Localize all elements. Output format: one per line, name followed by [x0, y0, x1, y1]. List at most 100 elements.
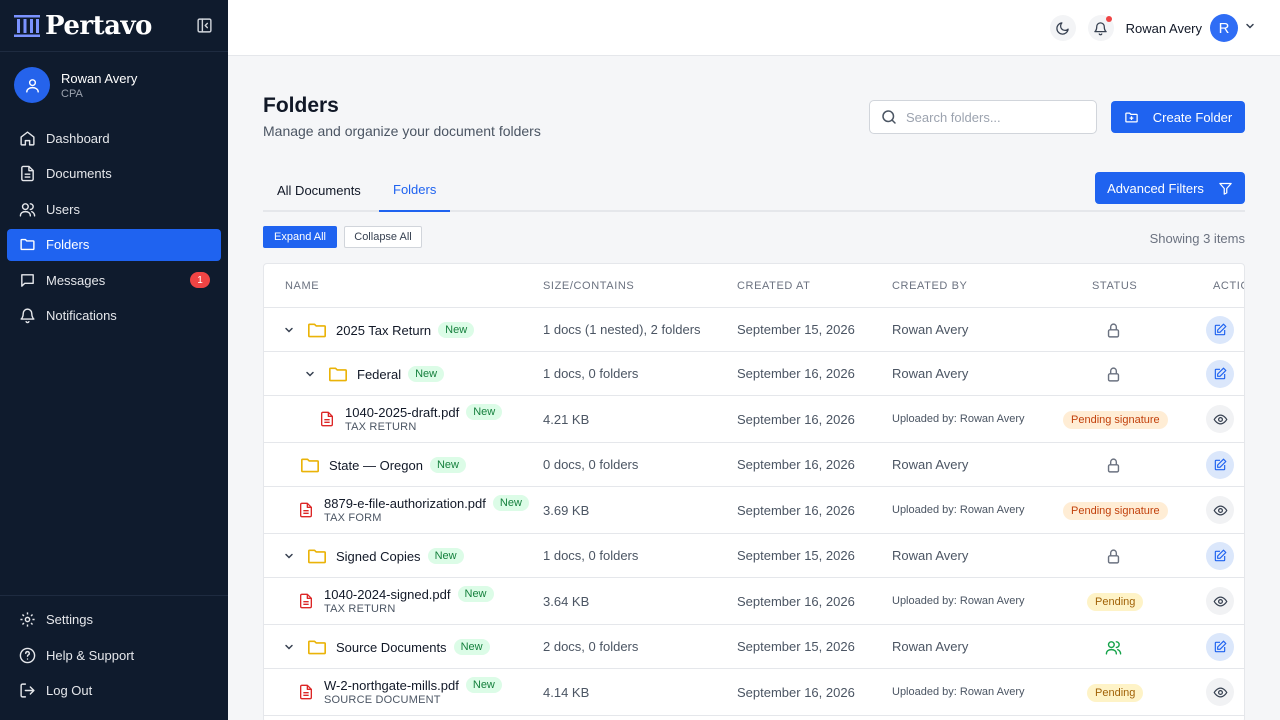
lock-icon — [1104, 321, 1122, 339]
table-row[interactable]: Source Documents New 2 docs, 0 folders S… — [264, 625, 1244, 669]
folder-icon — [18, 236, 36, 254]
table-row[interactable]: 1040-2025-draft.pdf New TAX RETURN 4.21 … — [264, 396, 1244, 443]
pdf-file-icon — [299, 593, 313, 609]
pdf-file-icon — [299, 502, 313, 518]
table-row[interactable]: 8879-e-file-authorization.pdf New TAX FO… — [264, 487, 1244, 534]
column-header-actions: ACTIONS — [1213, 280, 1244, 292]
collapse-all-button[interactable]: Collapse All — [344, 226, 422, 248]
advanced-filters-button[interactable]: Advanced Filters — [1095, 172, 1245, 204]
advanced-filters-label: Advanced Filters — [1107, 180, 1204, 196]
file-name[interactable]: 1040-2024-signed.pdf — [324, 587, 451, 602]
topbar-avatar[interactable]: R — [1210, 14, 1238, 42]
message-icon — [18, 271, 36, 289]
sidebar-item-folders[interactable]: Folders — [7, 228, 221, 261]
sidebar-item-label: Folders — [46, 237, 90, 252]
eye-icon[interactable] — [1206, 496, 1234, 524]
chevron-down-icon[interactable] — [281, 639, 297, 655]
created-at-cell: September 16, 2026 — [737, 594, 855, 609]
sidebar-item-settings[interactable]: Settings — [7, 604, 221, 636]
table-row[interactable]: 2025 Tax Return New 1 docs (1 nested), 2… — [264, 308, 1244, 352]
sidebar-item-dashboard[interactable]: Dashboard — [7, 122, 221, 154]
sidebar-item-notifications[interactable]: Notifications — [7, 300, 221, 332]
chevron-down-icon[interactable] — [1244, 19, 1256, 37]
created-by-cell: Uploaded by: Rowan Avery — [892, 595, 1025, 607]
sidebar-item-label: Notifications — [46, 308, 117, 323]
new-badge: New — [492, 495, 529, 511]
chevron-down-icon[interactable] — [302, 366, 318, 382]
topbar-user-name[interactable]: Rowan Avery — [1126, 21, 1202, 36]
sidebar-item-documents[interactable]: Documents — [7, 158, 221, 190]
sidebar-profile[interactable]: Rowan Avery CPA — [0, 52, 228, 118]
page-title: Folders — [263, 94, 339, 117]
user-icon — [25, 78, 39, 93]
theme-toggle-moon-icon[interactable] — [1049, 15, 1076, 41]
edit-icon[interactable] — [1206, 451, 1234, 479]
expand-all-button[interactable]: Expand All — [263, 226, 337, 248]
file-type: TAX FORM — [324, 512, 382, 524]
table-row[interactable]: Signed Copies New 1 docs, 0 folders Sept… — [264, 534, 1244, 578]
created-by-cell: Uploaded by: Rowan Avery — [892, 504, 1025, 516]
folder-name[interactable]: 2025 Tax Return — [336, 323, 431, 338]
sidebar-footer: Settings Help & Support Log Out — [0, 594, 228, 720]
collapse-sidebar-icon[interactable] — [194, 16, 214, 36]
table-row[interactable]: W-2-northgate-mills.pdf New SOURCE DOCUM… — [264, 669, 1244, 716]
created-by-cell: Rowan Avery — [892, 548, 969, 563]
sidebar-item-label: Settings — [46, 612, 93, 627]
created-at-cell: September 16, 2026 — [737, 412, 855, 427]
sidebar-item-users[interactable]: Users — [7, 193, 221, 225]
folder-name[interactable]: Federal — [357, 367, 401, 382]
size-cell: 3.64 KB — [543, 594, 590, 609]
sidebar-item-help[interactable]: Help & Support — [7, 639, 221, 671]
table-row[interactable]: 1040-2024-signed.pdf New TAX RETURN 3.64… — [264, 578, 1244, 625]
table-row[interactable]: Federal New 1 docs, 0 folders September … — [264, 352, 1244, 396]
chevron-down-icon[interactable] — [281, 548, 297, 564]
file-name[interactable]: 1040-2025-draft.pdf — [345, 405, 459, 420]
topbar: Rowan Avery R — [228, 0, 1280, 56]
table-row[interactable]: State — Oregon New 0 docs, 0 folders Sep… — [264, 443, 1244, 487]
sidebar-item-logout[interactable]: Log Out — [7, 675, 221, 707]
brand-name: Pertavo — [45, 10, 152, 41]
edit-icon[interactable] — [1206, 360, 1234, 388]
sidebar-item-label: Messages — [46, 272, 106, 288]
profile-name: Rowan Avery — [61, 70, 138, 86]
sidebar-item-messages[interactable]: Messages 1 — [7, 264, 221, 296]
folder-icon — [307, 638, 327, 656]
chevron-down-icon[interactable] — [281, 322, 297, 338]
eye-icon[interactable] — [1206, 678, 1234, 706]
tab-all-documents[interactable]: All Documents — [263, 168, 375, 212]
eye-icon[interactable] — [1206, 587, 1234, 615]
gear-icon — [18, 611, 36, 629]
page-subtitle: Manage and organize your document folder… — [263, 123, 541, 139]
home-icon — [18, 129, 36, 147]
size-cell: 2 docs, 0 folders — [543, 639, 639, 654]
created-at-cell: September 16, 2026 — [737, 685, 855, 700]
file-name[interactable]: W-2-northgate-mills.pdf — [324, 678, 459, 693]
file-name[interactable]: 8879-e-file-authorization.pdf — [324, 496, 486, 511]
sidebar-item-label: Help & Support — [46, 647, 135, 663]
create-folder-label: Create Folder — [1152, 109, 1233, 125]
column-header-name: NAME — [285, 280, 320, 292]
document-icon — [18, 165, 36, 183]
new-badge: New — [408, 366, 445, 382]
tab-folders[interactable]: Folders — [379, 168, 451, 212]
notifications-bell-icon[interactable] — [1087, 15, 1114, 41]
edit-icon[interactable] — [1206, 316, 1234, 344]
edit-icon[interactable] — [1206, 633, 1234, 661]
shared-users-icon — [1104, 638, 1122, 656]
search-box[interactable] — [869, 100, 1097, 134]
folder-plus-icon — [1124, 110, 1139, 125]
pdf-file-icon — [320, 411, 334, 427]
size-cell: 4.21 KB — [543, 412, 590, 427]
sidebar-item-label: Dashboard — [46, 130, 110, 146]
size-cell: 4.14 KB — [543, 685, 590, 700]
status-badge: Pending signature — [1063, 411, 1168, 429]
folder-name[interactable]: Signed Copies — [336, 549, 421, 564]
folder-name[interactable]: Source Documents — [336, 640, 447, 655]
edit-icon[interactable] — [1206, 542, 1234, 570]
create-folder-button[interactable]: Create Folder — [1111, 101, 1245, 133]
folder-name[interactable]: State — Oregon — [329, 458, 423, 473]
search-input[interactable] — [906, 109, 1076, 125]
created-at-cell: September 16, 2026 — [737, 366, 855, 381]
eye-icon[interactable] — [1206, 405, 1234, 433]
messages-count-badge: 1 — [190, 272, 210, 288]
